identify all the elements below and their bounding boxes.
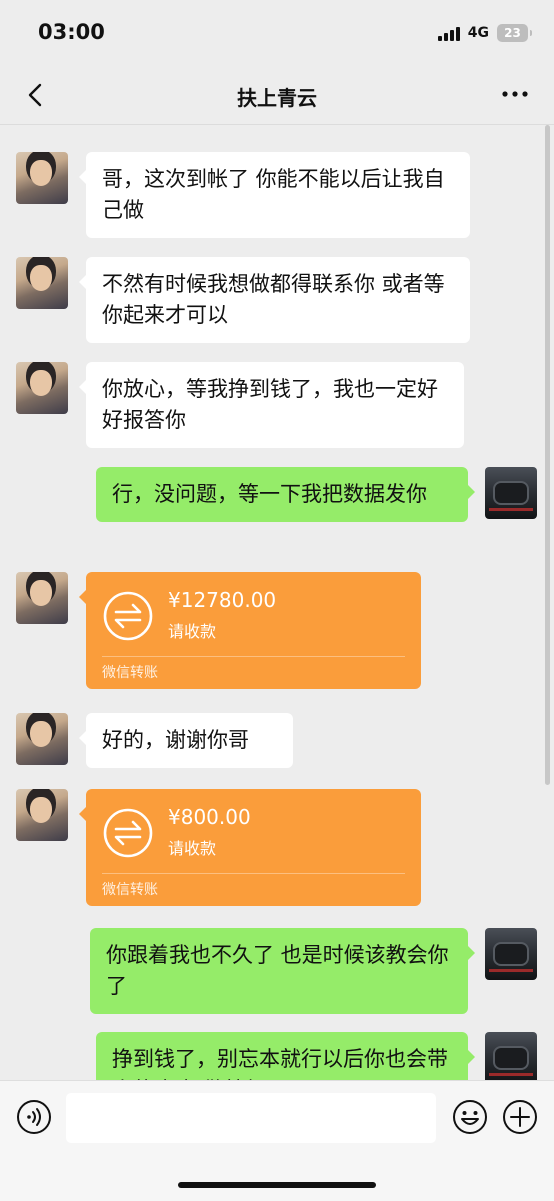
message-text: 好的，谢谢你哥 — [102, 728, 249, 752]
message-bubble[interactable]: 行，没问题，等一下我把数据发你 — [96, 467, 475, 522]
message-text: 哥，这次到帐了 你能不能以后让我自己做 — [102, 167, 445, 222]
chat-title: 扶上青云 — [237, 86, 317, 110]
emoji-button[interactable] — [452, 1099, 488, 1135]
battery-icon: 23 — [497, 24, 532, 42]
home-indicator[interactable] — [178, 1182, 376, 1188]
contact-avatar[interactable] — [16, 152, 68, 204]
scrollbar[interactable] — [545, 125, 550, 785]
message-input[interactable] — [66, 1093, 436, 1143]
emoji-icon — [453, 1100, 487, 1134]
signal-icon — [437, 25, 460, 41]
message-bubble[interactable]: 不然有时候我想做都得联系你 或者等你起来才可以 — [79, 257, 470, 343]
transfer-card[interactable]: ¥800.00 请收款 微信转账 — [79, 789, 421, 906]
more-button[interactable] — [500, 84, 530, 104]
self-avatar[interactable] — [485, 1032, 537, 1080]
status-indicators: 4G 23 — [437, 22, 532, 44]
divider — [102, 656, 405, 657]
message-bubble[interactable]: 哥，这次到帐了 你能不能以后让我自己做 — [79, 152, 470, 238]
contact-avatar[interactable] — [16, 257, 68, 309]
message-text: 你跟着我也不久了 也是时候该教会你了 — [106, 943, 449, 998]
network-type: 4G — [467, 25, 489, 41]
contact-avatar[interactable] — [16, 572, 68, 624]
message-text: 挣到钱了，别忘本就行以后你也会带人的 好好做就行 — [112, 1047, 448, 1080]
more-dots-icon — [502, 91, 528, 97]
message-bubble[interactable]: 挣到钱了，别忘本就行以后你也会带人的 好好做就行 — [96, 1032, 475, 1080]
transfer-card[interactable]: ¥12780.00 请收款 微信转账 — [79, 572, 421, 689]
transfer-label: 微信转账 — [102, 665, 158, 681]
message-list[interactable]: 哥，这次到帐了 你能不能以后让我自己做 不然有时候我想做都得联系你 或者等你起来… — [0, 125, 554, 1080]
message-bubble[interactable]: 你放心，等我挣到钱了，我也一定好好报答你 — [79, 362, 464, 448]
contact-avatar[interactable] — [16, 789, 68, 841]
transfer-arrows-icon — [103, 591, 153, 641]
transfer-status: 请收款 — [168, 622, 217, 641]
transfer-label: 微信转账 — [102, 882, 158, 898]
transfer-amount: ¥800.00 — [168, 805, 251, 829]
transfer-status: 请收款 — [168, 839, 217, 858]
chat-header: 扶上青云 — [0, 66, 554, 125]
self-avatar[interactable] — [485, 928, 537, 980]
message-text: 行，没问题，等一下我把数据发你 — [112, 482, 427, 506]
voice-icon — [17, 1100, 51, 1134]
more-functions-button[interactable] — [502, 1099, 538, 1135]
message-text: 你放心，等我挣到钱了，我也一定好好报答你 — [102, 377, 438, 432]
contact-avatar[interactable] — [16, 713, 68, 765]
contact-avatar[interactable] — [16, 362, 68, 414]
transfer-arrows-icon — [103, 808, 153, 858]
status-time: 03:00 — [38, 20, 105, 44]
divider — [102, 873, 405, 874]
message-bubble[interactable]: 好的，谢谢你哥 — [79, 713, 293, 768]
self-avatar[interactable] — [485, 467, 537, 519]
status-bar: 03:00 4G 23 — [0, 0, 554, 66]
message-text: 不然有时候我想做都得联系你 或者等你起来才可以 — [102, 272, 445, 327]
plus-icon — [503, 1100, 537, 1134]
transfer-amount: ¥12780.00 — [168, 588, 277, 612]
message-bubble[interactable]: 你跟着我也不久了 也是时候该教会你了 — [90, 928, 475, 1014]
voice-button[interactable] — [16, 1099, 52, 1135]
